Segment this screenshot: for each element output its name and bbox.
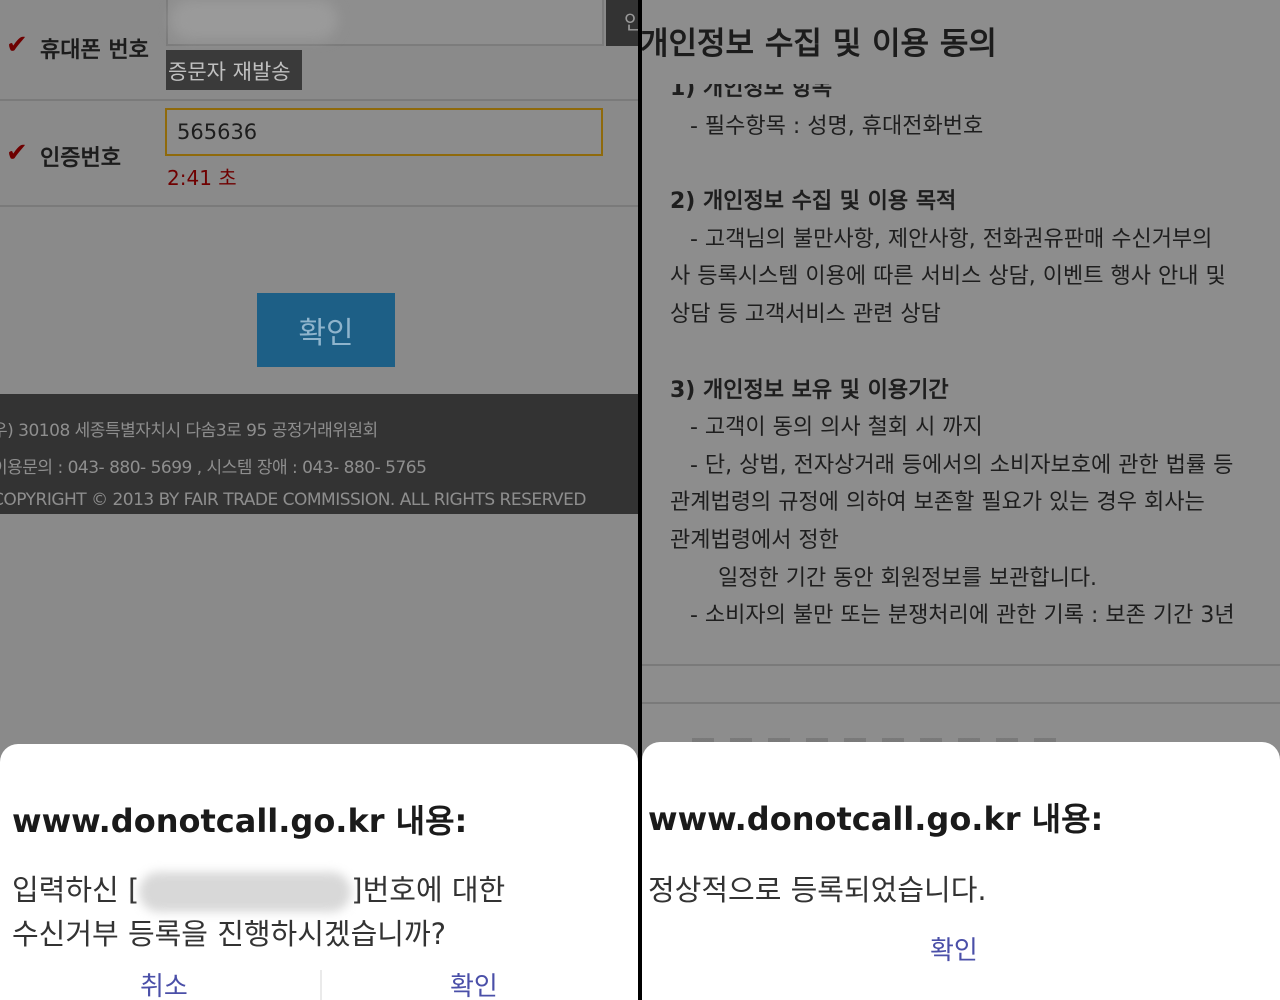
left-screenshot-panel: ✔ 휴대폰 번호 인 증문자 재발송 ✔ 인증번호 2:41 초 확인 우) 3… — [0, 0, 638, 1000]
phone-label: 휴대폰 번호 — [40, 38, 149, 63]
terms-line: - 고객님의 불만사항, 제안사항, 전화권유판매 수신거부의 — [690, 226, 1213, 252]
confirm-button[interactable]: 확인 — [257, 293, 395, 367]
page-title: 개인정보 수집 및 이용 동의 — [642, 26, 997, 62]
ok-button[interactable]: 확인 — [930, 930, 978, 967]
footer-address: 우) 30108 세종특별자치시 다솜3로 95 공정거래위원회 — [0, 421, 378, 441]
auth-code-input[interactable] — [165, 108, 603, 156]
dialog-message: 입력하신 [ ]번호에 대한 수신거부 등록을 진행하시겠습니까? — [12, 868, 505, 956]
ok-button[interactable]: 확인 — [450, 966, 498, 1000]
cancel-button[interactable]: 취소 — [140, 966, 188, 1000]
dialog-message-suffix: ]번호에 대한 — [351, 873, 506, 907]
row-divider — [0, 99, 638, 101]
success-dialog: www.donotcall.go.kr 내용: 정상적으로 등록되었습니다. 확… — [642, 742, 1280, 1000]
terms-line: - 단, 상법, 전자상거래 등에서의 소비자보호에 관한 법률 등 — [690, 452, 1234, 478]
terms-line: 상담 등 고객서비스 관련 상담 — [670, 301, 941, 327]
site-footer: 우) 30108 세종특별자치시 다솜3로 95 공정거래위원회 이용문의 : … — [0, 394, 638, 514]
terms-section-heading: 3) 개인정보 보유 및 이용기간 — [670, 377, 949, 403]
dialog-message-prefix: 입력하신 [ — [12, 873, 140, 907]
section-divider — [642, 702, 1280, 704]
auth-timer: 2:41 초 — [167, 166, 237, 190]
right-screenshot-panel: 개인정보 수집 및 이용 동의 1) 개인정보 항목 - 필수항목 : 성명, … — [642, 0, 1280, 1000]
button-divider — [320, 970, 322, 1000]
resend-sms-button[interactable]: 증문자 재발송 — [166, 50, 302, 90]
footer-copyright: COPYRIGHT © 2013 BY FAIR TRADE COMMISSIO… — [0, 490, 587, 510]
dialog-title: www.donotcall.go.kr 내용: — [648, 800, 1104, 838]
dialog-title: www.donotcall.go.kr 내용: — [12, 802, 468, 840]
terms-line: 일정한 기간 동안 회원정보를 보관합니다. — [718, 565, 1098, 591]
dialog-message-line2: 수신거부 등록을 진행하시겠습니까? — [12, 917, 447, 951]
terms-line: - 필수항목 : 성명, 휴대전화번호 — [690, 113, 984, 139]
terms-section-heading: 2) 개인정보 수집 및 이용 목적 — [670, 189, 957, 215]
auth-code-label: 인증번호 — [40, 146, 121, 171]
privacy-terms-text: 1) 개인정보 항목 - 필수항목 : 성명, 휴대전화번호 2) 개인정보 수… — [670, 84, 1270, 664]
required-check-icon: ✔ — [6, 30, 28, 60]
terms-section-heading: 1) 개인정보 항목 — [670, 84, 833, 101]
blurred-phone-number — [170, 0, 338, 40]
verify-request-button[interactable]: 인 — [606, 0, 638, 46]
terms-line: 관계법령의 규정에 의하여 보존할 필요가 있는 경우 회사는 — [670, 490, 1205, 516]
terms-line: - 고객이 동의 의사 철회 시 까지 — [690, 415, 983, 441]
terms-line: 관계법령에서 정한 — [670, 527, 839, 553]
confirm-dialog: www.donotcall.go.kr 내용: 입력하신 [ ]번호에 대한 수신… — [0, 744, 638, 1000]
section-divider — [642, 664, 1280, 666]
terms-line: 사 등록시스템 이용에 따른 서비스 상담, 이벤트 행사 안내 및 — [670, 264, 1226, 290]
required-check-icon: ✔ — [6, 138, 28, 168]
footer-contact: 이용문의 : 043- 880- 5699 , 시스템 장애 : 043- 88… — [0, 458, 427, 478]
terms-line: - 소비자의 불만 또는 분쟁처리에 관한 기록 : 보존 기간 3년 — [690, 603, 1235, 629]
blurred-phone-number — [139, 872, 352, 912]
dialog-message: 정상적으로 등록되었습니다. — [648, 873, 987, 907]
row-divider — [0, 205, 638, 207]
